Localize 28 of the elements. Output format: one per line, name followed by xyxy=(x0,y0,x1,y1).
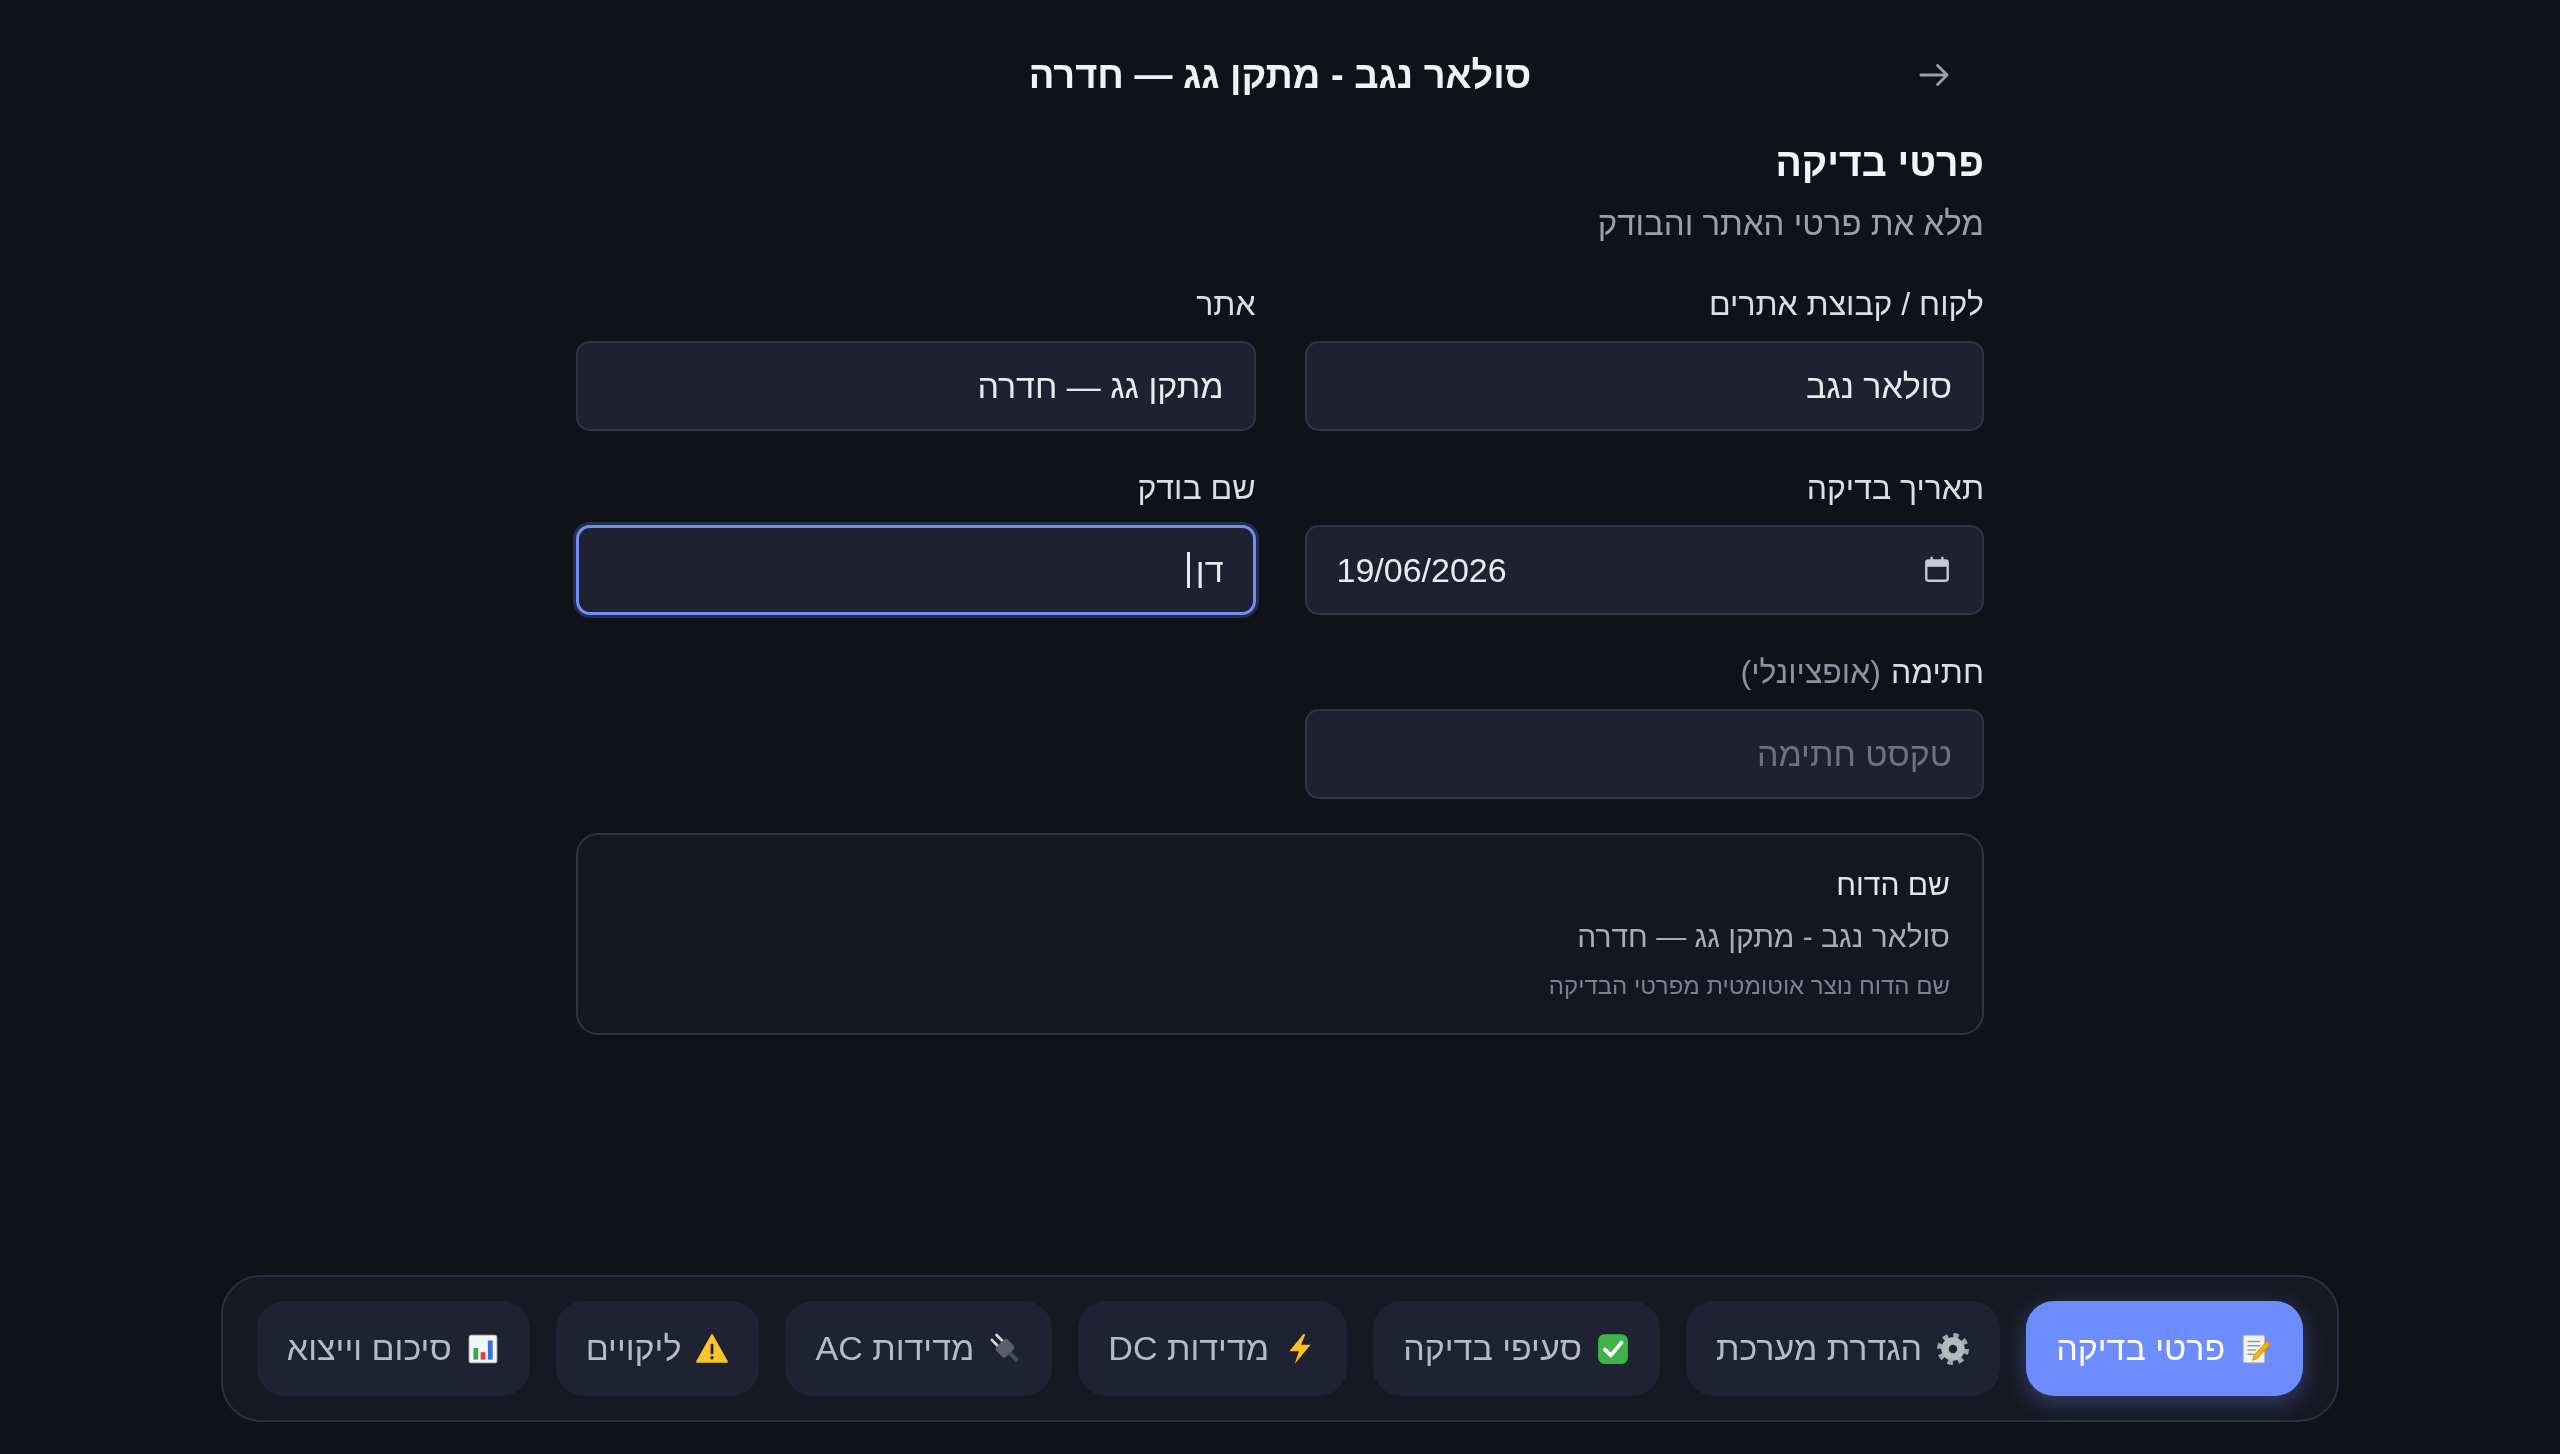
card-title: שם הדוח xyxy=(1836,867,1950,903)
text-field[interactable]: דן xyxy=(576,525,1256,615)
field-label: לקוח / קבוצת אתרים xyxy=(1709,285,1984,324)
field-label: חתימה xyxy=(1890,653,1984,692)
step-tab[interactable]: סיכום וייצוא xyxy=(256,1301,530,1396)
hint-text: שם הדוח נוצר אוטומטית מפרטי הבדיקה xyxy=(1548,971,1950,1001)
section-title: פרטי בדיקה xyxy=(1774,140,1984,186)
step-tab[interactable]: מדידות DC xyxy=(1078,1301,1348,1396)
text-field[interactable]: סולאר נגב xyxy=(1304,341,1984,431)
field-label: תאריך בדיקה xyxy=(1806,469,1984,508)
field-label: אתר xyxy=(1196,285,1256,324)
step-tab[interactable]: הגדרת מערכת xyxy=(1686,1301,2001,1396)
calendar-icon[interactable] xyxy=(1922,555,1952,585)
field-label: שם בודק xyxy=(1137,469,1256,508)
step-tab[interactable]: מדידות AC xyxy=(785,1301,1053,1396)
text-cursor-icon xyxy=(1186,552,1190,588)
text-field[interactable]: טקסט חתימה xyxy=(1304,709,1984,799)
warning-icon xyxy=(695,1331,730,1366)
date-field[interactable]: 19/06/2026 xyxy=(1304,525,1984,615)
step-tab[interactable]: ליקויים xyxy=(555,1301,760,1396)
report-name: סולאר נגב - מתקן גג — חדרה xyxy=(1577,919,1950,955)
optional-note: (אופציונלי) xyxy=(1740,653,1881,692)
text-field[interactable]: מתקן גג — חדרה xyxy=(576,341,1256,431)
step-tab[interactable]: סעיפי בדיקה xyxy=(1373,1301,1660,1396)
page-title: סולאר נגב - מתקן גג — חדרה xyxy=(1028,53,1532,98)
check-icon xyxy=(1596,1331,1630,1366)
gear-icon xyxy=(1936,1331,1971,1366)
section-subtitle: מלא את פרטי האתר והבודק xyxy=(1596,204,1984,244)
